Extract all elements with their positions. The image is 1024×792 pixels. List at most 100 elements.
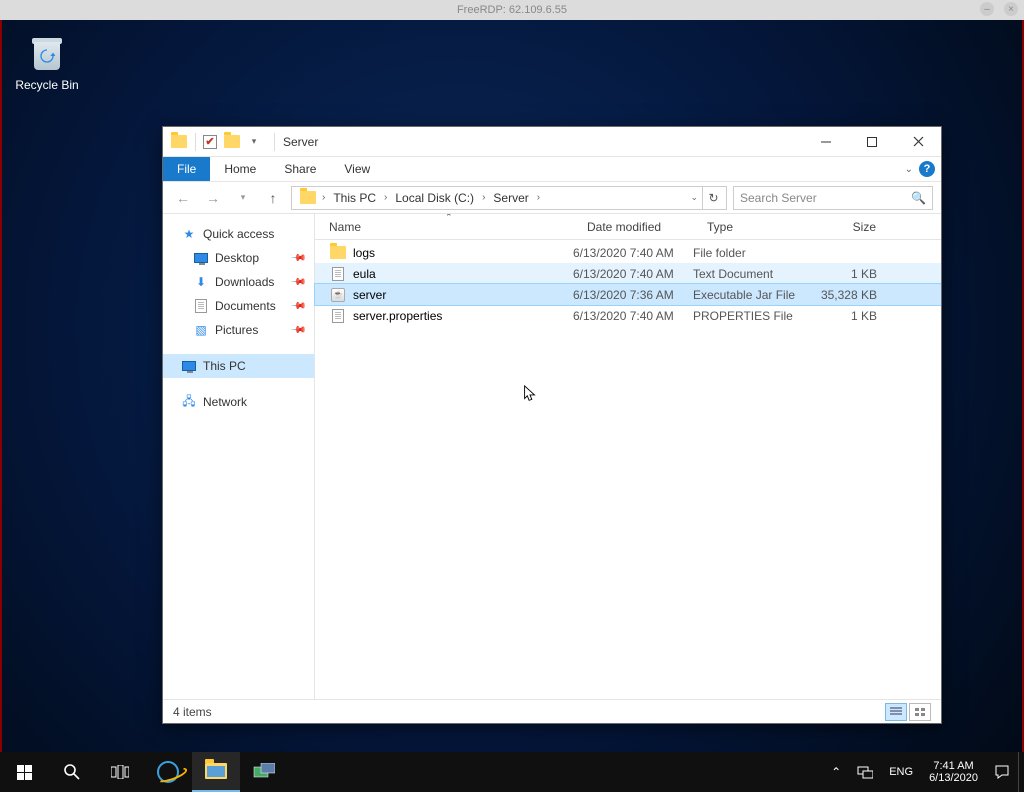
system-tray: ⌃ ENG 7:41 AM 6/13/2020 [823, 752, 1024, 792]
window-title: Server [283, 135, 318, 149]
folder-icon [329, 245, 347, 261]
ribbon-expand-icon[interactable]: ⌄ [905, 164, 913, 175]
task-view-button[interactable] [96, 752, 144, 792]
search-icon: 🔍 [911, 191, 926, 205]
internet-explorer-icon [157, 761, 179, 783]
pin-icon: 📌 [289, 298, 306, 315]
tab-home[interactable]: Home [210, 157, 270, 181]
search-icon [63, 763, 81, 781]
pin-icon: 📌 [289, 250, 306, 267]
desktop-icon [193, 250, 209, 266]
file-row[interactable]: ☕ server 6/13/2020 7:36 AM Executable Ja… [315, 284, 941, 305]
pin-icon: 📌 [289, 274, 306, 291]
status-text: 4 items [173, 705, 212, 719]
sidebar-item-desktop[interactable]: Desktop 📌 [163, 246, 314, 270]
freerdp-title: FreeRDP: 62.109.6.55 [457, 4, 567, 16]
start-button[interactable] [0, 752, 48, 792]
column-date[interactable]: Date modified [573, 214, 693, 239]
recycle-bin-label: Recycle Bin [12, 78, 82, 92]
freerdp-close-icon[interactable]: × [1004, 2, 1018, 16]
downloads-icon: ⬇ [193, 274, 209, 290]
sidebar-item-this-pc[interactable]: This PC [163, 354, 314, 378]
maximize-button[interactable] [849, 127, 895, 156]
nav-recent-dropdown[interactable]: ▾ [231, 186, 255, 210]
qat-folder-icon[interactable] [169, 131, 189, 153]
sidebar-item-pictures[interactable]: ▧ Pictures 📌 [163, 318, 314, 342]
column-type[interactable]: Type [693, 214, 815, 239]
taskbar: ⌃ ENG 7:41 AM 6/13/2020 [0, 752, 1024, 792]
taskbar-app-ie[interactable] [144, 752, 192, 792]
file-rows: logs 6/13/2020 7:40 AM File folder eula … [315, 240, 941, 699]
breadcrumb[interactable]: › This PC › Local Disk (C:) › Server › ⌄… [291, 186, 727, 210]
breadcrumb-seg-2[interactable]: Server [487, 187, 534, 209]
tray-network-icon[interactable] [849, 752, 881, 792]
file-row[interactable]: logs 6/13/2020 7:40 AM File folder [315, 242, 941, 263]
column-headers: ⌃ Name Date modified Type Size [315, 214, 941, 240]
text-file-icon [329, 266, 347, 282]
tab-share[interactable]: Share [270, 157, 330, 181]
freerdp-titlebar: FreeRDP: 62.109.6.55 – × [0, 0, 1024, 20]
help-icon[interactable]: ? [919, 161, 935, 177]
breadcrumb-seg-0[interactable]: This PC [327, 187, 382, 209]
windows-desktop[interactable]: Recycle Bin ✔ ▾ Server File Home Share V… [0, 20, 1024, 792]
file-list-area: ⌃ Name Date modified Type Size logs 6/13… [315, 214, 941, 699]
pin-icon: 📌 [289, 322, 306, 339]
ribbon-tabs: File Home Share View ⌄ ? [163, 157, 941, 182]
tab-file[interactable]: File [163, 157, 210, 181]
minimize-button[interactable] [803, 127, 849, 156]
breadcrumb-dropdown-icon[interactable]: ⌄ [690, 192, 698, 203]
taskbar-app-explorer[interactable] [192, 752, 240, 792]
recycle-bin-shortcut[interactable]: Recycle Bin [12, 32, 82, 92]
network-icon: 🖧 [181, 394, 197, 410]
jar-file-icon: ☕ [329, 287, 347, 303]
close-button[interactable] [895, 127, 941, 156]
qat-properties-icon[interactable]: ✔ [200, 131, 220, 153]
file-explorer-icon [205, 763, 227, 779]
file-row[interactable]: server.properties 6/13/2020 7:40 AM PROP… [315, 305, 941, 326]
view-details-button[interactable] [885, 703, 907, 721]
action-center-button[interactable] [986, 752, 1018, 792]
search-input[interactable]: Search Server 🔍 [733, 186, 933, 210]
tray-clock[interactable]: 7:41 AM 6/13/2020 [921, 752, 986, 792]
this-pc-icon [181, 358, 197, 374]
sidebar-quick-access[interactable]: ★ Quick access [163, 222, 314, 246]
sidebar-item-downloads[interactable]: ⬇ Downloads 📌 [163, 270, 314, 294]
star-icon: ★ [181, 226, 197, 242]
recycle-bin-icon [26, 32, 68, 74]
pictures-icon: ▧ [193, 322, 209, 338]
windows-logo-icon [17, 765, 32, 780]
refresh-button[interactable]: ↻ [702, 187, 724, 209]
tray-language[interactable]: ENG [881, 752, 921, 792]
tab-view[interactable]: View [330, 157, 384, 181]
freerdp-minimize-icon[interactable]: – [980, 2, 994, 16]
nav-forward-button[interactable]: → [201, 186, 225, 210]
tray-time: 7:41 AM [933, 760, 973, 772]
column-size[interactable]: Size [815, 214, 887, 239]
file-explorer-window: ✔ ▾ Server File Home Share View ⌄ ? ← → [162, 126, 942, 724]
breadcrumb-seg-1[interactable]: Local Disk (C:) [389, 187, 480, 209]
documents-icon [193, 298, 209, 314]
sort-indicator-icon: ⌃ [445, 214, 453, 223]
show-desktop-button[interactable] [1018, 752, 1024, 792]
task-view-icon [111, 765, 129, 779]
column-name[interactable]: Name [315, 214, 573, 239]
server-manager-icon [253, 763, 275, 781]
sidebar-item-documents[interactable]: Documents 📌 [163, 294, 314, 318]
search-placeholder: Search Server [740, 191, 817, 205]
navigation-sidebar: ★ Quick access Desktop 📌 ⬇ Downloads 📌 [163, 214, 315, 699]
properties-file-icon [329, 308, 347, 324]
sidebar-item-network[interactable]: 🖧 Network [163, 390, 314, 414]
address-bar: ← → ▾ ↑ › This PC › Local Disk (C:) › Se… [163, 182, 941, 214]
qat-dropdown-icon[interactable]: ▾ [244, 131, 264, 153]
tray-overflow-button[interactable]: ⌃ [823, 752, 849, 792]
taskbar-search-button[interactable] [48, 752, 96, 792]
nav-up-button[interactable]: ↑ [261, 186, 285, 210]
window-titlebar[interactable]: ✔ ▾ Server [163, 127, 941, 157]
file-row[interactable]: eula 6/13/2020 7:40 AM Text Document 1 K… [315, 263, 941, 284]
tray-date: 6/13/2020 [929, 772, 978, 784]
view-large-icons-button[interactable] [909, 703, 931, 721]
status-bar: 4 items [163, 699, 941, 723]
qat-newfolder-icon[interactable] [222, 131, 242, 153]
nav-back-button[interactable]: ← [171, 186, 195, 210]
taskbar-app-server-manager[interactable] [240, 752, 288, 792]
